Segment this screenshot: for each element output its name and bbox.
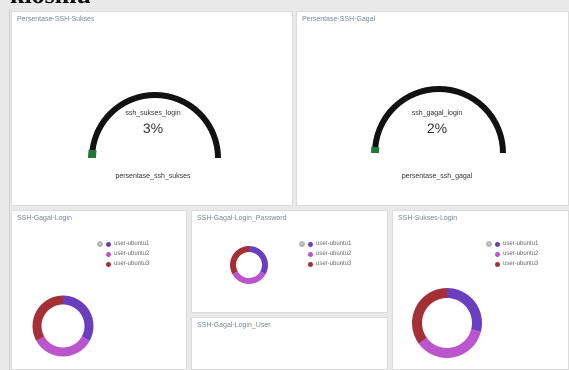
- donut-slice-user-ubuntu3[interactable]: [230, 246, 250, 275]
- panel-ssh-gagal-login-user: SSH-Gagal-Login_User: [191, 317, 388, 370]
- legend-item[interactable]: user-ubuntu1: [495, 239, 538, 249]
- legend-label: user-ubuntu1: [114, 241, 150, 247]
- donut-slice-user-ubuntu1[interactable]: [62, 295, 94, 341]
- donut-slice-user-ubuntu3[interactable]: [412, 288, 448, 344]
- legend-swatch: [308, 261, 313, 267]
- legend-toggle-icon[interactable]: ‹: [299, 241, 305, 247]
- legend-item[interactable]: user-ubuntu1: [106, 239, 149, 249]
- sidebar-divider: [9, 10, 10, 370]
- donut-chart: [412, 288, 482, 358]
- legend-swatch: [308, 251, 313, 257]
- panel-ssh-gagal-gauge: Persentase-SSH-Gagal ssh_gagal_login 2% …: [296, 11, 569, 206]
- gauge-value: 3%: [142, 120, 164, 136]
- donut-slice-user-ubuntu2[interactable]: [418, 328, 481, 358]
- legend-label: user-ubuntu3: [503, 261, 539, 267]
- legend-label: user-ubuntu1: [503, 241, 539, 247]
- legend-item[interactable]: user-ubuntu3: [106, 259, 149, 269]
- legend-toggle-icon[interactable]: ‹: [97, 241, 103, 247]
- donut-slice-user-ubuntu1[interactable]: [248, 246, 268, 275]
- gauge-fill: [88, 149, 97, 159]
- panel-title: SSH-Sukses-Login: [398, 215, 458, 222]
- legend: user-ubuntu1 user-ubuntu2 user-ubuntu3: [308, 239, 351, 269]
- legend-label: user-ubuntu2: [114, 251, 150, 257]
- panel-ssh-sukses-gauge: Persentase-SSH-Sukses ssh_sukses_login 3…: [11, 11, 293, 206]
- donut-slice-user-ubuntu2[interactable]: [232, 271, 266, 284]
- gauge-value: 2%: [426, 120, 448, 136]
- panel-ssh-gagal-login: SSH-Gagal-Login ‹ user-ubuntu1 user-ubun…: [11, 210, 187, 370]
- panel-title: SSH-Gagal-Login_User: [197, 322, 271, 329]
- legend-item[interactable]: user-ubuntu2: [495, 249, 538, 259]
- panel-title: SSH-Gagal-Login: [17, 215, 72, 222]
- legend-label: user-ubuntu3: [114, 261, 150, 267]
- legend-swatch: [308, 241, 313, 247]
- donut-chart: [32, 295, 94, 357]
- donut-slice-user-ubuntu3[interactable]: [32, 295, 64, 341]
- page-title-fragment: kiosmu.: [10, 0, 90, 9]
- legend-label: user-ubuntu2: [316, 251, 352, 257]
- legend-item[interactable]: user-ubuntu3: [308, 259, 351, 269]
- legend-swatch: [495, 261, 500, 267]
- legend-label: user-ubuntu1: [316, 241, 352, 247]
- gauge-metric-name: ssh_gagal_login: [411, 110, 463, 117]
- legend-swatch: [495, 251, 500, 257]
- legend-label: user-ubuntu3: [316, 261, 352, 267]
- legend: user-ubuntu1 user-ubuntu2 user-ubuntu3: [106, 239, 149, 269]
- donut-slice-user-ubuntu1[interactable]: [446, 288, 482, 332]
- gauge-bottom-label: persentase_ssh_sukses: [115, 173, 191, 180]
- legend-swatch: [106, 241, 111, 247]
- donut-slice-user-ubuntu2[interactable]: [36, 336, 90, 357]
- donut-chart: [230, 246, 268, 284]
- panel-title: SSH-Gagal-Login_Password: [197, 215, 287, 222]
- legend-label: user-ubuntu2: [503, 251, 539, 257]
- gauge-bottom-label: persentase_ssh_gagal: [401, 173, 473, 180]
- legend-item[interactable]: user-ubuntu1: [308, 239, 351, 249]
- gauge-metric-name: ssh_sukses_login: [125, 110, 181, 117]
- panel-ssh-gagal-login-password: SSH-Gagal-Login_Password ‹ user-ubuntu1 …: [191, 210, 388, 313]
- legend-swatch: [106, 251, 111, 257]
- legend-toggle-icon[interactable]: ‹: [486, 241, 492, 247]
- legend: user-ubuntu1 user-ubuntu2 user-ubuntu3: [495, 239, 538, 269]
- legend-swatch: [106, 261, 111, 267]
- legend-item[interactable]: user-ubuntu2: [308, 249, 351, 259]
- panel-ssh-sukses-login: SSH-Sukses-Login ‹ user-ubuntu1 user-ubu…: [392, 210, 569, 370]
- legend-item[interactable]: user-ubuntu2: [106, 249, 149, 259]
- legend-swatch: [495, 241, 500, 247]
- legend-item[interactable]: user-ubuntu3: [495, 259, 538, 269]
